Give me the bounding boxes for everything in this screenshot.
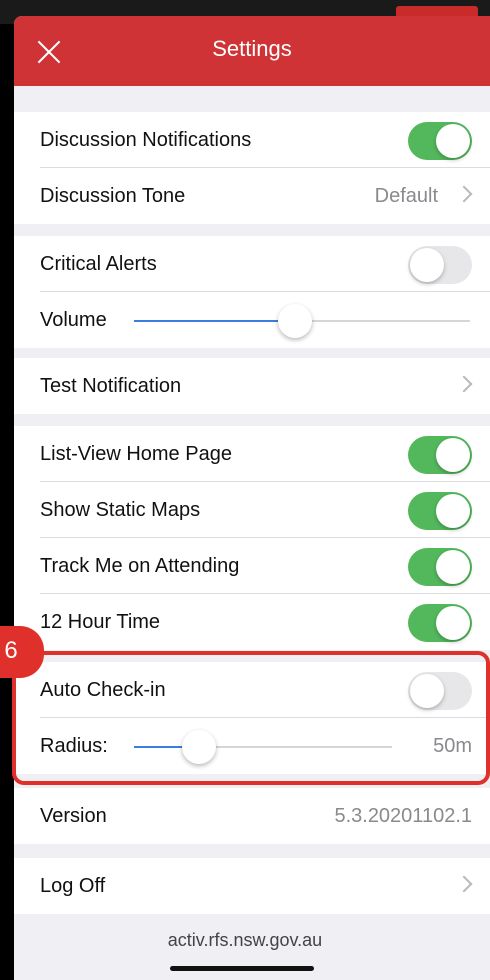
version-label: Version <box>40 805 107 827</box>
annotation-highlight-box <box>12 651 490 785</box>
chevron-right-icon[interactable] <box>455 375 473 393</box>
row-log-off[interactable]: Log Off <box>14 858 490 914</box>
row-discussion-tone[interactable]: Discussion Tone Default <box>14 168 490 224</box>
toggle-knob <box>436 606 470 640</box>
home-indicator <box>170 966 314 971</box>
volume-slider[interactable] <box>134 304 470 338</box>
discussion-tone-label: Discussion Tone <box>40 185 186 207</box>
row-version: Version 5.3.20201102.1 <box>14 788 490 844</box>
test-notification-label: Test Notification <box>40 375 182 397</box>
settings-sheet: Settings Discussion Notifications Discus… <box>14 16 490 980</box>
page-title: Settings <box>212 36 292 61</box>
hour-12-label: 12 Hour Time <box>40 611 161 633</box>
chevron-right-icon[interactable] <box>455 185 473 203</box>
step-badge: 6 <box>0 626 44 678</box>
toggle-knob <box>436 438 470 472</box>
list-view-home-toggle[interactable] <box>408 436 472 474</box>
toggle-knob <box>410 248 444 282</box>
toggle-knob <box>436 550 470 584</box>
list-view-home-label: List-View Home Page <box>40 443 232 465</box>
show-static-maps-label: Show Static Maps <box>40 499 201 521</box>
hour-12-toggle[interactable] <box>408 604 472 642</box>
row-test-notification[interactable]: Test Notification <box>14 358 490 414</box>
chevron-right-icon[interactable] <box>455 875 473 893</box>
volume-label: Volume <box>40 309 107 331</box>
row-12-hour-time: 12 Hour Time <box>14 594 490 650</box>
nav-bar: Settings <box>14 16 490 86</box>
track-me-label: Track Me on Attending <box>40 555 240 577</box>
footer-url: activ.rfs.nsw.gov.au <box>167 930 323 950</box>
discussion-notifications-label: Discussion Notifications <box>40 129 252 151</box>
track-me-toggle[interactable] <box>408 548 472 586</box>
toggle-knob <box>436 124 470 158</box>
row-show-static-maps: Show Static Maps <box>14 482 490 538</box>
row-list-view-home: List-View Home Page <box>14 426 490 482</box>
discussion-tone-value: Default <box>374 185 438 207</box>
step-number: 6 <box>4 637 18 664</box>
show-static-maps-toggle[interactable] <box>408 492 472 530</box>
toggle-knob <box>436 494 470 528</box>
version-value: 5.3.20201102.1 <box>334 805 472 827</box>
volume-slider-thumb[interactable] <box>278 304 313 338</box>
row-track-me: Track Me on Attending <box>14 538 490 594</box>
row-volume: Volume <box>14 292 490 348</box>
log-off-label: Log Off <box>40 875 106 897</box>
critical-alerts-label: Critical Alerts <box>40 253 157 275</box>
row-critical-alerts: Critical Alerts <box>14 236 490 292</box>
critical-alerts-toggle[interactable] <box>408 246 472 284</box>
volume-slider-fill <box>134 320 296 322</box>
row-discussion-notifications: Discussion Notifications <box>14 112 490 168</box>
discussion-notifications-toggle[interactable] <box>408 122 472 160</box>
